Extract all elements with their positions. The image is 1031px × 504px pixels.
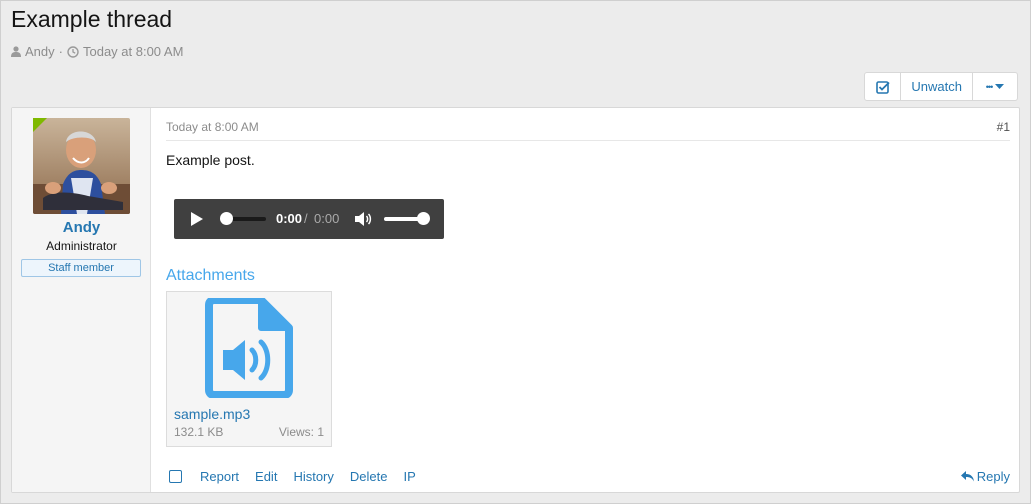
more-options-button[interactable]: ••• — [972, 73, 1017, 100]
post-message: Andy Administrator Staff member Today at… — [11, 107, 1020, 493]
online-indicator — [33, 118, 47, 132]
page-frame: Example thread Andy · Today at 8:00 AM U… — [0, 0, 1031, 504]
attachment-views: Views: 1 — [278, 425, 324, 439]
attachment-filesize: 132.1 KB — [174, 425, 224, 439]
thread-meta: Andy · Today at 8:00 AM — [11, 44, 183, 59]
report-link[interactable]: Report — [200, 469, 239, 484]
attachment-filename[interactable]: sample.mp3 — [174, 406, 250, 422]
attachments-heading: Attachments — [166, 267, 255, 284]
post-body: Example post. — [166, 152, 255, 168]
play-icon[interactable] — [190, 211, 204, 227]
ip-link[interactable]: IP — [403, 469, 415, 484]
user-title: Administrator — [46, 239, 117, 253]
thread-title: Example thread — [11, 6, 173, 32]
more-dots: ••• — [985, 81, 994, 92]
history-link[interactable]: History — [293, 469, 333, 484]
staff-badge: Staff member — [21, 259, 141, 277]
audio-current-time: 0:00 — [276, 211, 303, 226]
thread-author[interactable]: Andy — [25, 44, 55, 59]
user-icon — [11, 46, 21, 57]
post-user-column: Andy Administrator Staff member — [12, 108, 151, 492]
audio-player: 0:00 / 0:00 — [174, 199, 444, 239]
avatar[interactable] — [33, 118, 130, 214]
clock-icon — [67, 45, 79, 58]
meta-separator: · — [58, 44, 63, 59]
file-audio-icon — [205, 298, 293, 398]
delete-link[interactable]: Delete — [350, 469, 388, 484]
attachment-card[interactable]: sample.mp3 132.1 KB Views: 1 — [166, 291, 332, 447]
volume-knob[interactable] — [417, 212, 430, 225]
volume-icon[interactable] — [354, 211, 372, 227]
thread-toolbar: Unwatch ••• — [864, 72, 1018, 101]
chevron-down-icon — [995, 83, 1005, 89]
audio-progress-knob[interactable] — [220, 212, 233, 225]
multiquote-button[interactable] — [865, 73, 900, 100]
audio-time-separator: / — [304, 211, 308, 226]
check-square-icon — [876, 80, 890, 94]
select-post-checkbox[interactable] — [169, 469, 182, 483]
thread-date[interactable]: Today at 8:00 AM — [83, 44, 183, 59]
unwatch-button[interactable]: Unwatch — [900, 73, 972, 100]
post-header: Today at 8:00 AM #1 — [166, 120, 1010, 141]
edit-link[interactable]: Edit — [255, 469, 277, 484]
post-username[interactable]: Andy — [12, 219, 151, 236]
audio-duration: 0:00 — [314, 211, 340, 226]
reply-button[interactable]: Reply — [960, 468, 1010, 484]
post-footer: Report Edit History Delete IP Reply — [166, 466, 1010, 486]
post-number[interactable]: #1 — [997, 120, 1010, 134]
reply-label: Reply — [976, 468, 1010, 484]
reply-icon — [960, 470, 974, 481]
post-date[interactable]: Today at 8:00 AM — [166, 120, 259, 134]
